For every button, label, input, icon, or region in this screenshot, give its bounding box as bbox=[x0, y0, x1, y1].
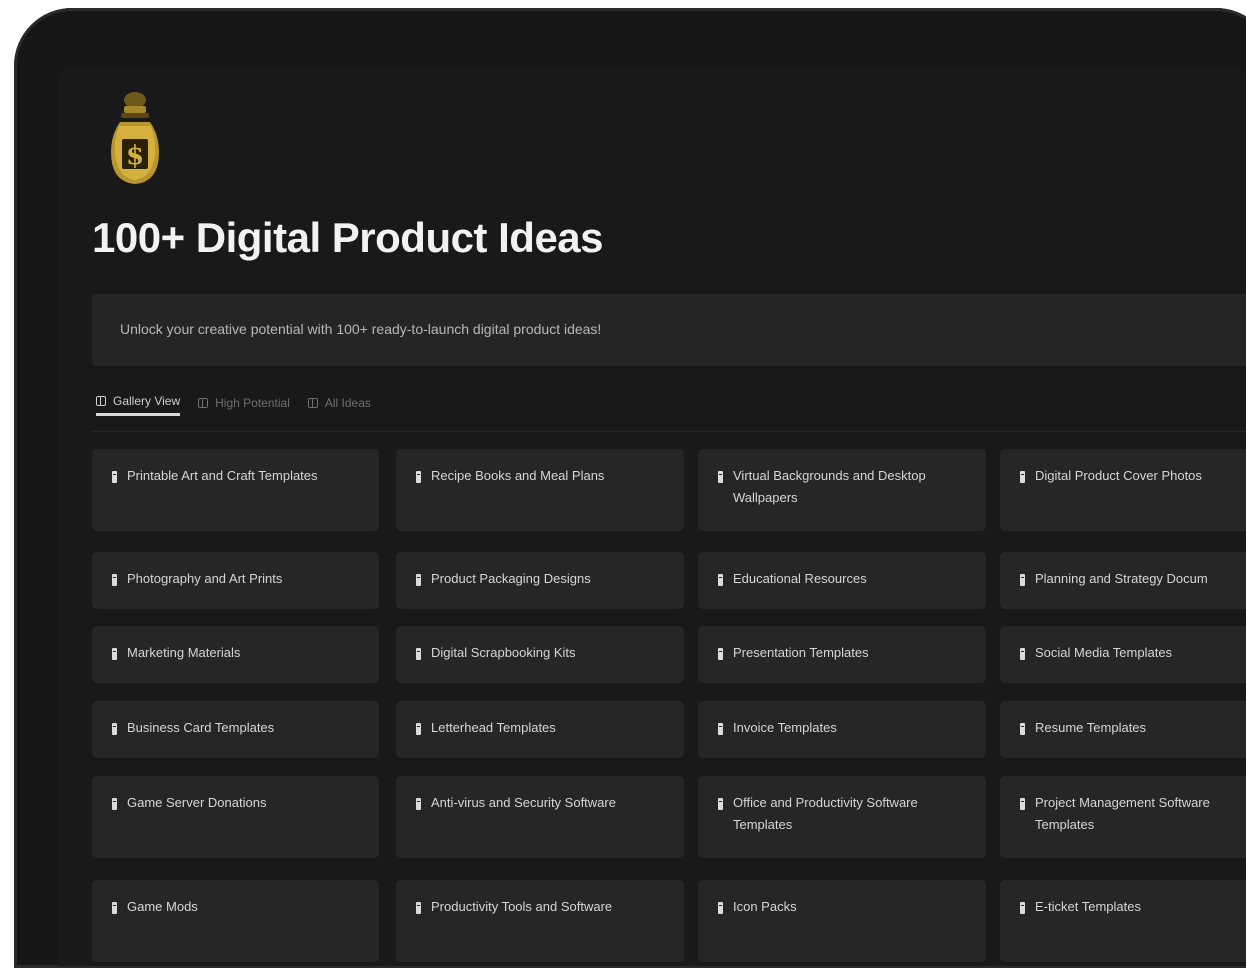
tab-label: All Ideas bbox=[324, 396, 371, 410]
gallery-card[interactable]: Printable Art and Craft Templates bbox=[92, 449, 379, 531]
card-title: Anti-virus and Security Software bbox=[431, 795, 616, 810]
page-icon bbox=[1020, 798, 1025, 810]
card-title: Marketing Materials bbox=[127, 645, 241, 660]
gallery-card[interactable]: Photography and Art Prints bbox=[92, 552, 379, 609]
page-icon bbox=[416, 723, 421, 735]
tab-high-potential[interactable]: High Potential bbox=[198, 390, 290, 416]
page-icon bbox=[718, 648, 723, 660]
gallery-card[interactable]: Icon Packs bbox=[698, 880, 986, 962]
gallery-card[interactable]: Educational Resources bbox=[698, 552, 986, 609]
page-icon bbox=[112, 574, 117, 586]
card-title: Office and Productivity Software Templat… bbox=[733, 795, 918, 832]
page-icon bbox=[718, 798, 723, 810]
page-icon bbox=[718, 471, 723, 483]
page-icon bbox=[1020, 902, 1025, 914]
card-title: Resume Templates bbox=[1035, 720, 1147, 735]
gallery-card[interactable]: Social Media Templates bbox=[1000, 626, 1246, 683]
card-title: Business Card Templates bbox=[127, 720, 275, 735]
money-bag-icon: $ bbox=[111, 92, 159, 184]
card-title: Game Server Donations bbox=[127, 795, 267, 810]
card-title: Game Mods bbox=[127, 899, 198, 914]
page-icon bbox=[112, 648, 117, 660]
table-view-icon bbox=[198, 398, 209, 408]
tab-gallery-view[interactable]: Gallery View bbox=[96, 390, 181, 416]
table-view-icon bbox=[307, 398, 318, 408]
page-icon bbox=[416, 798, 421, 810]
card-title: Social Media Templates bbox=[1035, 645, 1173, 660]
gallery-card[interactable]: Invoice Templates bbox=[698, 701, 986, 758]
page-icon bbox=[718, 574, 723, 586]
page-icon bbox=[1020, 723, 1025, 735]
tab-label: Gallery View bbox=[113, 393, 181, 408]
page-icon bbox=[112, 798, 117, 810]
card-title: Productivity Tools and Software bbox=[431, 899, 613, 914]
card-title: Project Management Software Templates bbox=[1035, 795, 1210, 832]
card-title: E-ticket Templates bbox=[1035, 899, 1141, 914]
notion-page: $ 100+ Digital Product Ideas Unlock your… bbox=[58, 66, 1246, 966]
page-icon bbox=[1020, 574, 1025, 586]
tab-all-ideas[interactable]: All Ideas bbox=[307, 390, 371, 416]
callout-text: Unlock your creative potential with 100+… bbox=[120, 321, 602, 337]
card-title: Printable Art and Craft Templates bbox=[127, 468, 318, 483]
gallery-card[interactable]: Game Server Donations bbox=[92, 776, 379, 858]
gallery-view-icon bbox=[96, 395, 106, 406]
card-title: Educational Resources bbox=[733, 571, 867, 586]
gallery-card[interactable]: Product Packaging Designs bbox=[396, 552, 684, 609]
page-icon bbox=[416, 471, 421, 483]
gallery-card[interactable]: Digital Scrapbooking Kits bbox=[396, 626, 684, 683]
gallery-card[interactable]: Business Card Templates bbox=[92, 701, 379, 758]
page-icon bbox=[416, 902, 421, 914]
card-title: Presentation Templates bbox=[733, 645, 869, 660]
page-icon bbox=[718, 902, 723, 914]
card-title: Digital Product Cover Photos bbox=[1035, 468, 1202, 483]
gallery-card[interactable]: Digital Product Cover Photos bbox=[1000, 449, 1246, 531]
gallery-card[interactable]: Project Management Software Templates bbox=[1000, 776, 1246, 858]
page-icon bbox=[112, 723, 117, 735]
gallery-card[interactable]: Office and Productivity Software Templat… bbox=[698, 776, 986, 858]
gallery-card[interactable]: Marketing Materials bbox=[92, 626, 379, 683]
card-title: Letterhead Templates bbox=[431, 720, 556, 735]
page-icon bbox=[1020, 648, 1025, 660]
card-title: Digital Scrapbooking Kits bbox=[431, 645, 576, 660]
gallery-card[interactable]: E-ticket Templates bbox=[1000, 880, 1246, 962]
gallery-card[interactable]: Virtual Backgrounds and Desktop Wallpape… bbox=[698, 449, 986, 531]
view-tabs: Gallery View High Potential All Ideas bbox=[96, 390, 371, 416]
card-title: Invoice Templates bbox=[733, 720, 837, 735]
page-title: 100+ Digital Product Ideas bbox=[92, 214, 604, 261]
tablet-frame: $ 100+ Digital Product Ideas Unlock your… bbox=[14, 8, 1246, 968]
gallery-card[interactable]: Letterhead Templates bbox=[396, 701, 684, 758]
gallery-card[interactable]: Productivity Tools and Software bbox=[396, 880, 684, 962]
card-title: Recipe Books and Meal Plans bbox=[431, 468, 605, 483]
card-title: Virtual Backgrounds and Desktop Wallpape… bbox=[733, 468, 926, 505]
gallery-card[interactable]: Game Mods bbox=[92, 880, 379, 962]
page-icon bbox=[112, 902, 117, 914]
page-icon bbox=[416, 648, 421, 660]
card-title: Product Packaging Designs bbox=[431, 571, 591, 586]
tabs-divider bbox=[92, 431, 1246, 432]
description-callout: Unlock your creative potential with 100+… bbox=[92, 294, 1246, 366]
tab-label: High Potential bbox=[215, 396, 290, 410]
svg-text:$: $ bbox=[126, 141, 144, 171]
page-icon bbox=[1020, 471, 1025, 483]
gallery-card[interactable]: Recipe Books and Meal Plans bbox=[396, 449, 684, 531]
page-icon bbox=[416, 574, 421, 586]
page-icon bbox=[112, 471, 117, 483]
gallery-card[interactable]: Resume Templates bbox=[1000, 701, 1246, 758]
card-title: Planning and Strategy Docum bbox=[1035, 571, 1208, 586]
card-title: Photography and Art Prints bbox=[127, 571, 283, 586]
page-icon bbox=[718, 723, 723, 735]
gallery-card[interactable]: Anti-virus and Security Software bbox=[396, 776, 684, 858]
gallery-card[interactable]: Planning and Strategy Docum bbox=[1000, 552, 1246, 609]
gallery-card[interactable]: Presentation Templates bbox=[698, 626, 986, 683]
card-title: Icon Packs bbox=[733, 899, 797, 914]
